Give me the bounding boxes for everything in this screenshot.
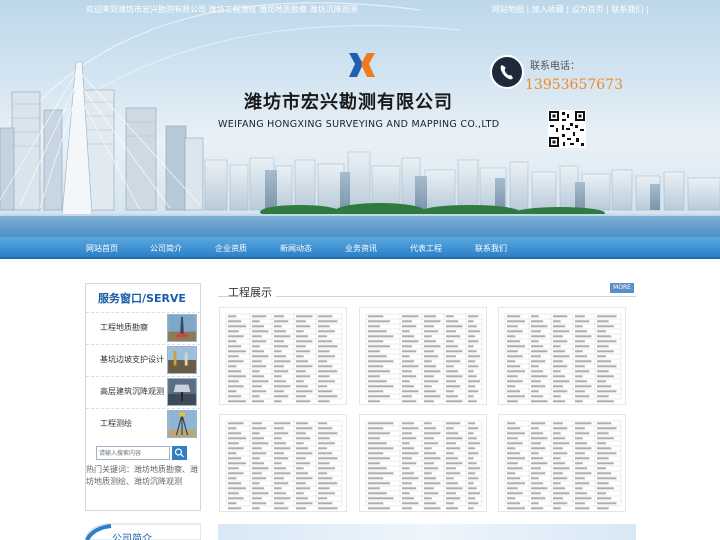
- document-table-illustration: [220, 308, 346, 404]
- sitemap-link[interactable]: 网站地图: [492, 5, 524, 14]
- top-links: 网站地图 | 加入收藏 | 设为首页 | 联系我们 |: [492, 4, 649, 15]
- project-document-thumbnail[interactable]: [219, 414, 347, 512]
- service-label: 基坑边坡支护设计: [100, 355, 164, 364]
- document-table-illustration: [220, 415, 346, 511]
- project-document-thumbnail[interactable]: [219, 307, 347, 405]
- service-item-mapping[interactable]: 工程测绘: [86, 408, 200, 438]
- service-label: 工程测绘: [100, 419, 132, 428]
- company-intro-title: 公司简介: [112, 534, 152, 540]
- project-document-thumbnail[interactable]: [359, 307, 487, 405]
- top-bar: 欢迎来到潍坊市宏兴勘测有限公司 潍坊工程测绘 潍坊地质勘察 潍坊沉降观测 网站地…: [0, 0, 720, 20]
- welcome-text: 欢迎来到潍坊市宏兴勘测有限公司 潍坊工程测绘 潍坊地质勘察 潍坊沉降观测: [86, 5, 358, 14]
- separator: |: [645, 5, 649, 14]
- company-name-cn: 潍坊市宏兴勘测有限公司: [244, 92, 453, 113]
- phone-icon: [490, 55, 524, 89]
- projects-title: 工程展示: [228, 284, 276, 300]
- foundation-pit-thumbnail: [167, 346, 197, 374]
- service-item-geology[interactable]: 工程地质勘察: [86, 312, 200, 342]
- search-input[interactable]: [96, 446, 170, 460]
- qr-code-icon: [548, 110, 586, 148]
- service-item-settlement[interactable]: 高层建筑沉降观测: [86, 376, 200, 406]
- contact-link[interactable]: 联系我们: [611, 5, 643, 14]
- bottom-banner-strip: [218, 524, 636, 540]
- document-table-illustration: [360, 308, 486, 404]
- sidebar-title: 服务窗口/SERVE: [98, 292, 186, 305]
- document-table-illustration: [499, 308, 625, 404]
- projects-header: 工程展示 MORE: [218, 283, 636, 300]
- service-item-pit-support[interactable]: 基坑边坡支护设计: [86, 344, 200, 374]
- header-banner: 欢迎来到潍坊市宏兴勘测有限公司 潍坊工程测绘 潍坊地质勘察 潍坊沉降观测 网站地…: [0, 0, 720, 237]
- hot-keywords: 热门关键词：潍坊地质勘察、潍坊地质测绘、潍坊沉降观测: [86, 465, 198, 486]
- nav-about[interactable]: 公司简介: [150, 243, 182, 254]
- nav-news[interactable]: 新闻动态: [280, 243, 312, 254]
- document-table-illustration: [360, 415, 486, 511]
- main-nav: 网站首页 公司简介 企业资质 新闻动态 业务资讯 代表工程 联系我们: [0, 237, 720, 259]
- nav-business[interactable]: 业务资讯: [345, 243, 377, 254]
- search-button[interactable]: [172, 446, 187, 460]
- sidebar-header: 服务窗口/SERVE: [86, 284, 200, 310]
- project-document-thumbnail[interactable]: [359, 414, 487, 512]
- survey-tripod-thumbnail: [167, 410, 197, 438]
- xh-logo-icon[interactable]: [347, 52, 377, 78]
- project-document-thumbnail[interactable]: [498, 414, 626, 512]
- phone-label: 联系电话：: [530, 61, 580, 72]
- service-label: 高层建筑沉降观测: [100, 387, 164, 396]
- separator: |: [606, 5, 609, 14]
- nav-projects[interactable]: 代表工程: [410, 243, 442, 254]
- service-label: 工程地质勘察: [100, 323, 148, 332]
- service-sidebar: 服务窗口/SERVE 工程地质勘察 基坑边坡支护设计 高层建筑沉降观测 工程测绘: [85, 283, 201, 511]
- settlement-survey-thumbnail: [167, 378, 197, 406]
- document-table-illustration: [499, 415, 625, 511]
- project-document-thumbnail[interactable]: [498, 307, 626, 405]
- nav-contact[interactable]: 联系我们: [475, 243, 507, 254]
- search-icon: [174, 448, 184, 458]
- more-button[interactable]: MORE: [610, 283, 634, 293]
- drilling-rig-thumbnail: [167, 314, 197, 342]
- separator: |: [566, 5, 570, 14]
- nav-home[interactable]: 网站首页: [86, 243, 118, 254]
- company-name-en: WEIFANG HONGXING SURVEYING AND MAPPING C…: [218, 119, 500, 130]
- add-favorite-link[interactable]: 加入收藏: [532, 5, 564, 14]
- phone-number: 13953657673: [525, 77, 623, 93]
- nav-qualification[interactable]: 企业资质: [215, 243, 247, 254]
- set-homepage-link[interactable]: 设为首页: [572, 5, 604, 14]
